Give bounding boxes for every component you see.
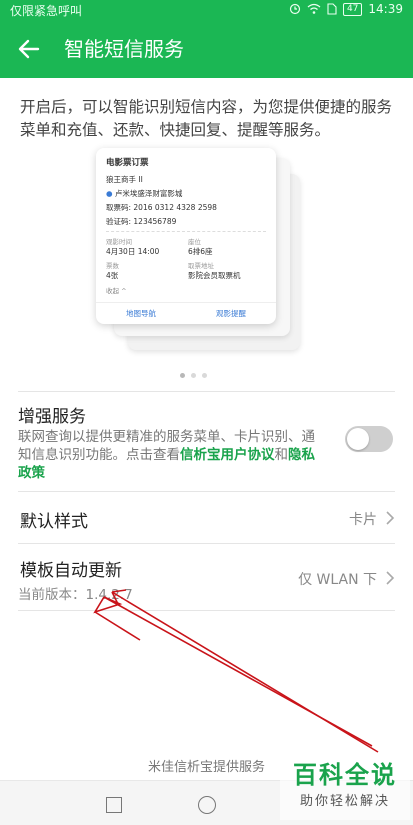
enhanced-service-title: 增强服务 [18, 407, 86, 427]
watermark-logo: 百科全说 助你轻松解决 [280, 760, 410, 820]
carousel-dots [180, 373, 207, 378]
divider [18, 543, 395, 544]
status-bar: 仅限紧急呼叫 47 14:39 [0, 0, 413, 18]
map-navigation-action: 地图导航 [126, 309, 156, 318]
pickup-label: 取票地址 [188, 262, 214, 270]
divider [18, 610, 395, 611]
intro-text: 开启后，可以智能识别短信内容，为您提供便捷的服务菜单和充值、还款、快捷回复、提醒… [20, 98, 393, 139]
seat-label: 座位 [188, 238, 201, 246]
card-divider [106, 231, 266, 232]
watermark-subtitle: 助你轻松解决 [299, 794, 390, 809]
clock-text: 14:39 [368, 2, 403, 16]
carrier-text: 仅限紧急呼叫 [10, 4, 83, 18]
current-version: 当前版本：1.4.2.7 [18, 587, 133, 603]
toggle-knob [347, 428, 369, 450]
carousel-dot [191, 373, 196, 378]
sms-card-illustration: 电影票订票 狼王商手 II ● 卢米埃盛泽财富影城 取票码: 2016 0312… [92, 140, 328, 360]
card-details: 观影时间 4月30日 14:00 座位 6排6座 票数 4张 取票地址 影院会员取票机 [106, 236, 266, 281]
template-update-title: 模板自动更新 [20, 561, 122, 581]
default-style-title: 默认样式 [20, 512, 88, 532]
divider [18, 491, 395, 492]
home-circle-icon[interactable] [198, 796, 216, 814]
time-label: 观影时间 [106, 238, 132, 246]
wifi-icon [307, 3, 321, 14]
card-verify-code: 验证码: 123456789 [106, 217, 177, 226]
time-value: 4月30日 14:00 [106, 247, 160, 256]
alarm-icon [289, 3, 301, 15]
count-label: 票数 [106, 262, 119, 270]
carousel-dot [180, 373, 185, 378]
page-title: 智能短信服务 [64, 37, 184, 61]
enhanced-service-description: 联网查询以提供更精准的服务菜单、卡片识别、通知信息识别功能。点击查看信析宝用户协… [18, 428, 326, 482]
recents-square-icon[interactable] [106, 797, 122, 813]
location-pin-icon: ● [106, 189, 115, 198]
card-movie: 狼王商手 II [106, 175, 143, 184]
count-value: 4张 [106, 271, 119, 280]
movie-ticket-card: 电影票订票 狼王商手 II ● 卢米埃盛泽财富影城 取票码: 2016 0312… [96, 148, 276, 324]
battery-icon: 47 [342, 2, 363, 16]
user-agreement-link[interactable]: 信析宝用户协议 [180, 447, 275, 463]
status-icons: 47 14:39 [289, 2, 403, 16]
seat-value: 6排6座 [188, 247, 213, 256]
card-cinema-name: 卢米埃盛泽财富影城 [114, 189, 183, 198]
chevron-right-icon [386, 511, 395, 525]
back-arrow-icon[interactable] [16, 36, 42, 62]
sim-icon [327, 3, 337, 15]
card-cinema: ● 卢米埃盛泽财富影城 [106, 188, 266, 199]
card-title: 电影票订票 [106, 158, 149, 168]
card-actions: 地图导航 观影提醒 [96, 302, 276, 324]
pickup-value: 影院会员取票机 [188, 271, 241, 280]
card-ticket-code: 取票码: 2016 0312 4328 2598 [106, 203, 217, 212]
carousel-dot [202, 373, 207, 378]
watermark-title: 百科全说 [293, 761, 397, 789]
card-collapse: 收起 ^ [106, 287, 127, 295]
template-update-value: 仅 WLAN 下 [298, 572, 377, 588]
chevron-right-icon [386, 571, 395, 585]
movie-reminder-action: 观影提醒 [216, 309, 246, 318]
divider [18, 391, 395, 392]
default-style-value: 卡片 [349, 512, 377, 528]
enhanced-desc-and: 和 [274, 447, 289, 463]
app-bar: 智能短信服务 [0, 18, 413, 78]
enhanced-service-toggle[interactable] [345, 426, 393, 452]
